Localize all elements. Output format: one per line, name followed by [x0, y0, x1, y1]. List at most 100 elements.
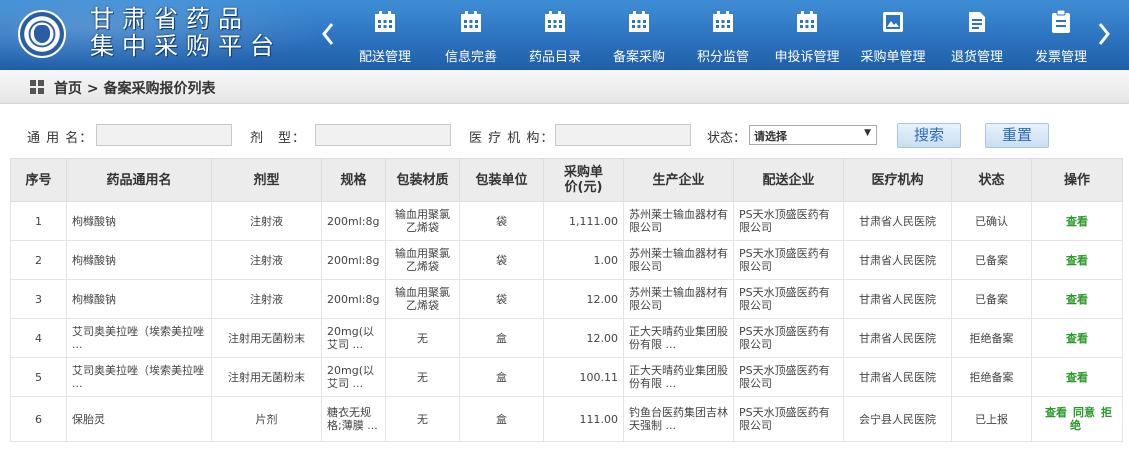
table-row: 5 艾司奥美拉唑（埃索美拉唑 ... 注射用无菌粉末 20mg(以艾司 ... 无盒 10… [10, 357, 1123, 397]
nav-item-label: 采购单管理 [860, 50, 926, 65]
status-select[interactable]: 请选择 ▼ [749, 125, 877, 145]
institution-label: 医 疗 机 构： [469, 131, 555, 146]
manufacturer-cell: 正大天晴药业集团股份有限 ... [623, 357, 734, 397]
column-header: 序号 [10, 158, 67, 202]
package-unit-cell: 盒 [459, 357, 544, 397]
breadcrumb-current: 备案采购报价列表 [103, 81, 216, 97]
table-header-row: 序号 药品通用名 剂型 规格 包装材质 包装单位 采购单价(元) 生产企业 配送企业 医疗机构 状态… [10, 158, 1123, 202]
nav-item-label: 退货管理 [950, 50, 1003, 65]
row-number-cell: 5 [10, 357, 67, 397]
document-icon [965, 10, 989, 34]
status-cell: 已确认 [951, 201, 1032, 241]
distributor-cell: PS天水顶盛医药有限公司 [733, 357, 844, 397]
site-title-line1: 甘肃省药品 [90, 5, 250, 33]
spec-cell: 200ml:8g [321, 240, 386, 280]
column-header: 采购单价(元) [543, 158, 624, 202]
search-button[interactable]: 搜索 [897, 123, 961, 148]
price-cell: 100.11 [543, 357, 624, 397]
spec-cell: 糖衣无规格;薄膜 ... [321, 396, 386, 442]
search-form: 通 用 名： 剂 型： 医 疗 机 构： 状态： 请选择 ▼ 搜索 重置 [0, 104, 1129, 158]
dosage-form-cell: 注射用无菌粉末 [211, 318, 322, 358]
distributor-cell: PS天水顶盛医药有限公司 [733, 201, 844, 241]
table-row: 1 枸橼酸钠 注射液 200ml:8g 输血用聚氯乙烯袋袋 1,111.00 苏州莱士输血器… [10, 201, 1123, 241]
quote-table: 序号 药品通用名 剂型 规格 包装材质 包装单位 采购单价(元) 生产企业 配送企业 医疗机构 状态… [10, 158, 1123, 442]
nav-item-8[interactable]: 发票管理 [1018, 0, 1104, 70]
approve-link[interactable]: 同意 [1073, 406, 1095, 419]
actions-cell: 查看 [1031, 357, 1123, 397]
institution-input[interactable] [555, 124, 691, 146]
package-material-cell: 输血用聚氯乙烯袋 [385, 279, 460, 319]
view-link[interactable]: 查看 [1066, 293, 1088, 306]
calendar-icon [459, 10, 483, 34]
column-header: 包装材质 [385, 158, 460, 202]
price-cell: 12.00 [543, 279, 624, 319]
column-header: 包装单位 [459, 158, 544, 202]
calendar-icon [627, 10, 651, 34]
calendar-icon [795, 10, 819, 34]
table-row: 2 枸橼酸钠 注射液 200ml:8g 输血用聚氯乙烯袋袋 1.00 苏州莱士输血器材有限公… [10, 240, 1123, 280]
nav-item-4[interactable]: 积分监管 [680, 0, 766, 70]
nav-item-5[interactable]: 申投诉管理 [764, 0, 850, 70]
dosage-form-cell: 片剂 [211, 396, 322, 442]
manufacturer-cell: 正大天晴药业集团股份有限 ... [623, 318, 734, 358]
generic-name-input[interactable] [96, 124, 232, 146]
price-cell: 1.00 [543, 240, 624, 280]
site-title: 甘肃省药品 集中采购平台 [90, 6, 282, 60]
row-number-cell: 4 [10, 318, 67, 358]
view-link[interactable]: 查看 [1066, 332, 1088, 345]
drug-name-cell: 艾司奥美拉唑（埃索美拉唑 ... [66, 318, 212, 358]
status-cell: 已备案 [951, 240, 1032, 280]
table-row: 4 艾司奥美拉唑（埃索美拉唑 ... 注射用无菌粉末 20mg(以艾司 ... 无盒 12… [10, 318, 1123, 358]
site-title-line2: 集中采购平台 [90, 32, 282, 60]
reset-button[interactable]: 重置 [985, 123, 1049, 148]
status-select-value: 请选择 [754, 130, 787, 143]
institution-cell: 甘肃省人民医院 [843, 240, 952, 280]
spec-cell: 200ml:8g [321, 279, 386, 319]
manufacturer-cell: 苏州莱士输血器材有限公司 [623, 240, 734, 280]
view-link[interactable]: 查看 [1066, 371, 1088, 384]
nav-item-label: 发票管理 [1034, 50, 1087, 65]
nav-item-3[interactable]: 备案采购 [596, 0, 682, 70]
breadcrumb-home-link[interactable]: 首页 [54, 81, 82, 97]
top-header: 甘肃省药品 集中采购平台 配送管理 信息完善 药品目录 备案采购 积分监管 申投诉管理 采购… [0, 0, 1129, 70]
row-number-cell: 1 [10, 201, 67, 241]
nav-scroll-left-icon[interactable] [322, 22, 334, 46]
view-link[interactable]: 查看 [1066, 215, 1088, 228]
breadcrumb-separator: > [86, 81, 99, 97]
manufacturer-cell: 苏州莱士输血器材有限公司 [623, 201, 734, 241]
price-cell: 1,111.00 [543, 201, 624, 241]
dosage-form-input[interactable] [315, 124, 451, 146]
column-header: 规格 [321, 158, 386, 202]
dropdown-arrow-icon: ▼ [864, 128, 871, 138]
nav-item-label: 积分监管 [696, 50, 749, 65]
nav-scroll-right-icon[interactable] [1098, 22, 1110, 46]
status-label: 状态： [707, 131, 747, 146]
package-unit-cell: 袋 [459, 279, 544, 319]
institution-cell: 甘肃省人民医院 [843, 318, 952, 358]
column-header: 状态 [951, 158, 1032, 202]
actions-cell: 查看 [1031, 201, 1123, 241]
package-unit-cell: 袋 [459, 201, 544, 241]
price-cell: 12.00 [543, 318, 624, 358]
column-header: 生产企业 [623, 158, 734, 202]
package-unit-cell: 袋 [459, 240, 544, 280]
clipboard-icon [1049, 9, 1073, 34]
nav-item-label: 申投诉管理 [774, 50, 840, 65]
grid-icon [30, 80, 44, 94]
distributor-cell: PS天水顶盛医药有限公司 [733, 396, 844, 442]
status-cell: 已上报 [951, 396, 1032, 442]
package-unit-cell: 盒 [459, 318, 544, 358]
dosage-form-label: 剂 型： [250, 131, 307, 146]
nav-item-7[interactable]: 退货管理 [934, 0, 1020, 70]
table-row: 3 枸橼酸钠 注射液 200ml:8g 输血用聚氯乙烯袋袋 12.00 苏州莱士输血器材有限… [10, 279, 1123, 319]
nav-item-1[interactable]: 信息完善 [428, 0, 514, 70]
distributor-cell: PS天水顶盛医药有限公司 [733, 279, 844, 319]
nav-item-0[interactable]: 配送管理 [342, 0, 428, 70]
nav-item-2[interactable]: 药品目录 [512, 0, 598, 70]
view-link[interactable]: 查看 [1066, 254, 1088, 267]
view-link[interactable]: 查看 [1045, 406, 1067, 419]
package-material-cell: 无 [385, 357, 460, 397]
nav-item-6[interactable]: 采购单管理 [850, 0, 936, 70]
drug-name-cell: 枸橼酸钠 [66, 279, 212, 319]
image-icon [881, 10, 905, 34]
